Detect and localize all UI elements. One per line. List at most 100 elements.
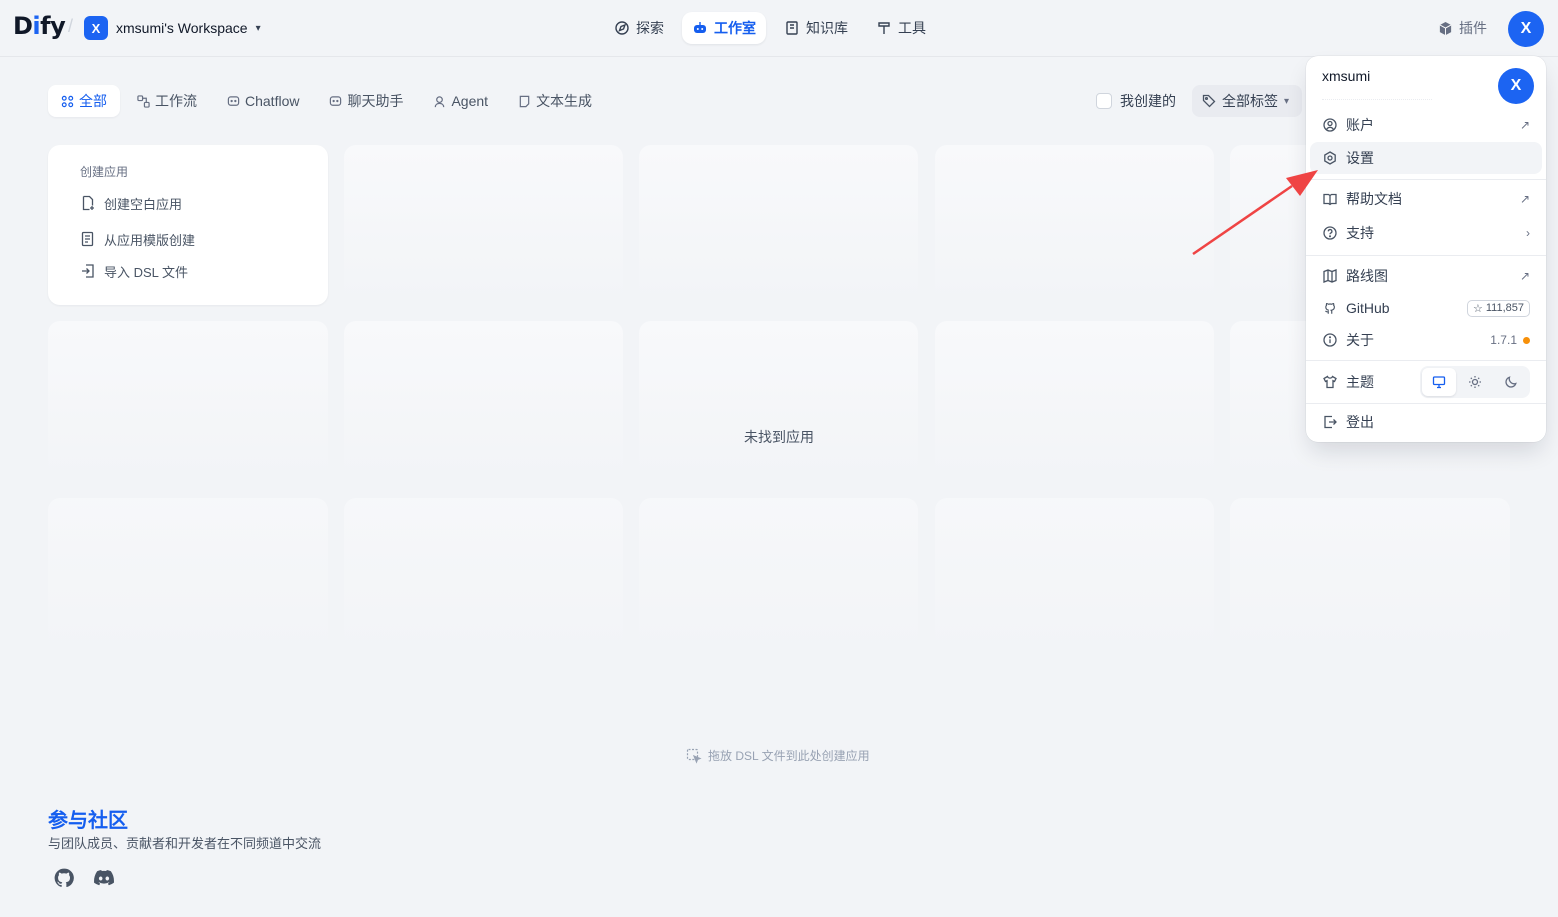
- menu-item-theme: 主题: [1310, 365, 1542, 399]
- menu-divider: [1306, 255, 1546, 256]
- tab-label: 文本生成: [536, 93, 593, 109]
- app-card-placeholder: [344, 145, 623, 305]
- community-subtitle: 与团队成员、贡献者和开发者在不同频道中交流: [48, 836, 322, 851]
- menu-username: xmsumi: [1322, 68, 1371, 84]
- plugins-button[interactable]: 插件: [1438, 18, 1487, 38]
- user-avatar-button[interactable]: X: [1508, 11, 1544, 47]
- tab-label: Chatflow: [245, 93, 300, 109]
- sun-icon: [1469, 376, 1481, 388]
- cube-icon: [1439, 21, 1452, 35]
- github-stars: ☆ 111,857: [1466, 299, 1530, 317]
- external-link-icon: ↗: [1519, 118, 1530, 132]
- chat-bubble-icon: [227, 95, 240, 106]
- drag-drop-icon: [686, 748, 702, 764]
- workflow-icon: [137, 94, 150, 108]
- create-blank-app-button[interactable]: 创建空白应用: [80, 192, 296, 214]
- app-card-placeholder: [344, 498, 623, 658]
- dify-logo[interactable]: Dify: [13, 12, 66, 40]
- menu-item-docs[interactable]: 帮助文档 ↗: [1310, 183, 1542, 215]
- menu-item-about[interactable]: 关于 1.7.1: [1310, 324, 1542, 356]
- workspace-selector[interactable]: X xmsumi's Workspace ▾: [84, 16, 261, 40]
- import-dsl-button[interactable]: 导入 DSL 文件: [80, 260, 296, 282]
- menu-item-label: 主题: [1346, 374, 1374, 390]
- app-card-placeholder: [48, 498, 328, 658]
- version-info: 1.7.1: [1490, 333, 1530, 347]
- nav-studio[interactable]: 工作室: [682, 12, 766, 44]
- tab-chatflow[interactable]: Chatflow: [214, 85, 312, 117]
- create-item-label: 从应用模版创建: [104, 232, 196, 248]
- app-card-placeholder: [935, 145, 1214, 305]
- version-number: 1.7.1: [1490, 333, 1517, 347]
- created-by-me-filter[interactable]: 我创建的: [1096, 91, 1176, 111]
- menu-item-support[interactable]: 支持 ›: [1310, 217, 1542, 249]
- tab-agent[interactable]: Agent: [420, 85, 501, 117]
- agent-icon: [435, 95, 445, 107]
- workspace-name: xmsumi's Workspace: [116, 20, 248, 36]
- create-app-card: 创建应用 创建空白应用 从应用模版创建 导入 DSL 文件: [48, 145, 328, 305]
- star-icon: ☆: [1472, 302, 1483, 315]
- menu-item-roadmap[interactable]: 路线图 ↗: [1310, 260, 1542, 292]
- github-star-count: 111,857: [1485, 302, 1524, 314]
- nav-label: 探索: [636, 20, 664, 36]
- robot-icon: [694, 22, 706, 33]
- tab-text-generation[interactable]: 文本生成: [505, 85, 605, 117]
- created-by-me-checkbox[interactable]: [1096, 93, 1112, 109]
- book-icon: [786, 21, 798, 35]
- menu-divider: [1306, 403, 1546, 404]
- menu-item-label: GitHub: [1346, 300, 1390, 316]
- menu-item-settings[interactable]: 设置: [1310, 142, 1542, 174]
- empty-state-text: 未找到应用: [744, 429, 814, 445]
- nav-tools[interactable]: 工具: [866, 12, 936, 44]
- book-open-icon: [1322, 191, 1338, 207]
- gear-icon: [1322, 150, 1338, 166]
- menu-divider: [1306, 360, 1546, 361]
- shirt-icon: [1322, 374, 1338, 390]
- update-available-dot: [1523, 336, 1530, 344]
- nav-knowledge[interactable]: 知识库: [774, 12, 858, 44]
- account-dropdown-menu: xmsumi X 账户 ↗ 设置 帮助文档 ↗ 支持 › 路线图 ↗ GitHu…: [1306, 56, 1546, 442]
- external-link-icon: ↗: [1519, 192, 1530, 206]
- github-icon: [1322, 300, 1338, 316]
- discord-icon: [94, 870, 114, 886]
- nav-label: 工作室: [714, 20, 756, 36]
- drop-dsl-label: 拖放 DSL 文件到此处创建应用: [708, 749, 870, 763]
- menu-item-logout[interactable]: 登出: [1310, 406, 1542, 438]
- tab-label: Agent: [451, 93, 489, 109]
- community-title: 参与社区: [48, 810, 128, 832]
- create-from-template-button[interactable]: 从应用模版创建: [80, 228, 296, 250]
- app-type-tabs: 全部 工作流 Chatflow 聊天助手 Agent 文本生成: [48, 85, 605, 117]
- nav-explore[interactable]: 探索: [604, 12, 674, 44]
- menu-avatar: X: [1498, 68, 1534, 104]
- theme-system-button[interactable]: [1422, 368, 1456, 396]
- tab-chat-assistant[interactable]: 聊天助手: [316, 85, 416, 117]
- menu-item-label: 账户: [1346, 117, 1374, 133]
- top-bar: Dify / X xmsumi's Workspace ▾ 探索 工作室 知识库…: [0, 0, 1558, 57]
- tag-filter-label: 全部标签: [1222, 93, 1278, 109]
- app-card-placeholder: [344, 321, 623, 481]
- github-link[interactable]: [52, 866, 76, 890]
- theme-dark-button[interactable]: [1494, 368, 1528, 396]
- tab-label: 聊天助手: [347, 93, 404, 109]
- info-icon: [1322, 332, 1338, 348]
- logout-icon: [1322, 414, 1338, 430]
- github-icon: [54, 868, 74, 888]
- menu-divider: [1306, 179, 1546, 180]
- drop-dsl-hint: 拖放 DSL 文件到此处创建应用: [686, 747, 870, 764]
- menu-item-label: 登出: [1346, 414, 1374, 430]
- theme-light-button[interactable]: [1458, 368, 1492, 396]
- external-link-icon: ↗: [1519, 269, 1530, 283]
- menu-email-redacted: [1322, 92, 1432, 100]
- menu-item-label: 帮助文档: [1346, 191, 1402, 207]
- menu-item-account[interactable]: 账户 ↗: [1310, 109, 1542, 141]
- tag-filter-select[interactable]: 全部标签 ▾: [1192, 85, 1302, 117]
- tab-workflow[interactable]: 工作流: [124, 85, 210, 117]
- app-card-placeholder: [639, 321, 918, 481]
- template-icon: [81, 231, 94, 247]
- discord-link[interactable]: [92, 866, 116, 890]
- tab-all[interactable]: 全部: [48, 85, 120, 117]
- help-circle-icon: [1322, 225, 1338, 241]
- app-card-placeholder: [639, 145, 918, 305]
- nav-label: 工具: [898, 20, 926, 36]
- menu-item-label: 支持: [1346, 225, 1374, 241]
- menu-item-github[interactable]: GitHub ☆ 111,857: [1310, 292, 1542, 324]
